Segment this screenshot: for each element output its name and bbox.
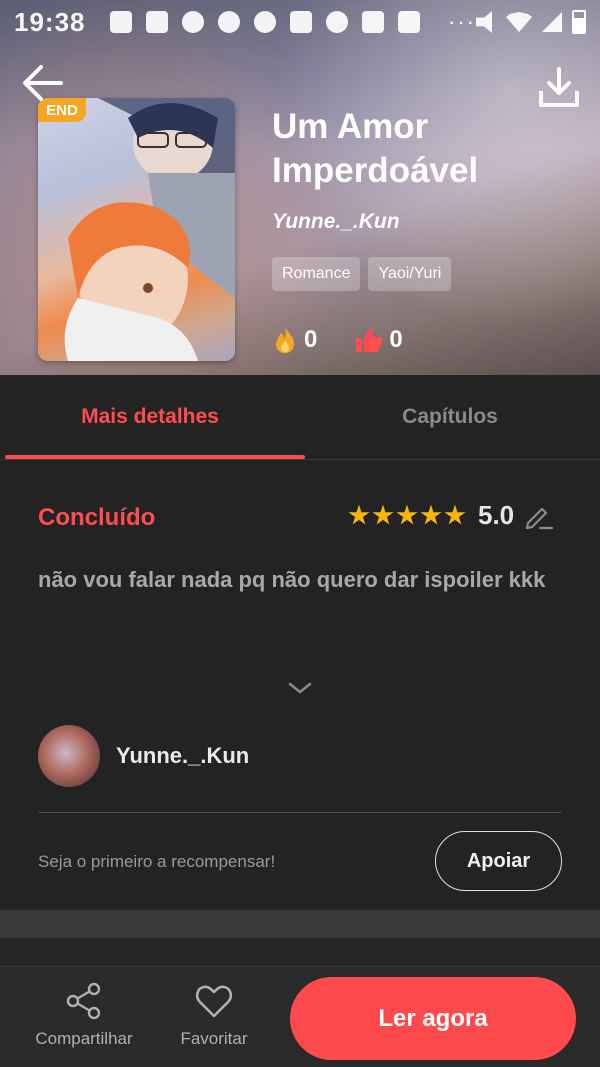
- reward-prompt: Seja o primeiro a recompensar!: [38, 852, 276, 871]
- rate-button[interactable]: [524, 501, 554, 531]
- star-icon: [444, 504, 466, 525]
- tag-yaoi-yuri[interactable]: Yaoi/Yuri: [368, 257, 452, 291]
- youtube-icon: [398, 11, 420, 33]
- voicemail-icon: [146, 11, 168, 33]
- download-button[interactable]: [534, 62, 584, 112]
- rating: 5.0: [348, 500, 554, 531]
- author-name: Yunne._.Kun: [116, 743, 250, 768]
- support-button[interactable]: Apoiar: [435, 831, 562, 891]
- battery-icon: [572, 10, 586, 34]
- thumbs-up-icon: [356, 328, 383, 352]
- share-label: Compartilhar: [35, 1029, 133, 1048]
- tab-bar: Mais detalhes Capítulos: [0, 375, 600, 460]
- section-divider: [0, 910, 600, 938]
- like-counter[interactable]: 0: [355, 326, 403, 354]
- fire-counter[interactable]: 0: [272, 326, 317, 354]
- favorite-label: Favoritar: [180, 1029, 248, 1048]
- avatar: [38, 725, 100, 787]
- tag-list: Romance Yaoi/Yuri: [272, 257, 452, 291]
- details-panel: Concluído 5.0 não vou falar nada pq não …: [0, 460, 600, 910]
- pencil-icon: [526, 507, 554, 529]
- rating-value: 5.0: [478, 500, 515, 530]
- tab-capitulos[interactable]: Capítulos: [300, 375, 600, 459]
- cover-image[interactable]: [38, 98, 235, 361]
- status-time: 19:38: [14, 6, 86, 37]
- back-button[interactable]: [18, 58, 68, 108]
- notification-icons: [110, 11, 420, 33]
- tab-mais-detalhes[interactable]: Mais detalhes: [0, 375, 305, 459]
- share-button[interactable]: Compartilhar: [28, 981, 140, 1049]
- heart-icon: [195, 985, 233, 1018]
- reaction-counters: 0 0: [272, 326, 441, 354]
- author-profile[interactable]: Yunne._.Kun: [38, 725, 249, 787]
- expand-description-button[interactable]: [285, 680, 315, 700]
- arrow-left-icon: [23, 65, 63, 101]
- status-bar: 19:38 ···: [0, 0, 600, 44]
- chrome-icon: [254, 11, 276, 33]
- book-author[interactable]: Yunne._.Kun: [272, 210, 400, 234]
- cover-art: [64, 98, 235, 361]
- app-screen: 19:38 ··· END Um Amor Imperdoável Yunne.…: [0, 0, 600, 1067]
- star-icon: [420, 504, 442, 525]
- star-rating: [348, 504, 466, 527]
- description: não vou falar nada pq não quero dar ispo…: [38, 567, 546, 592]
- share-icon: [66, 982, 101, 1020]
- system-icons: [476, 10, 586, 34]
- chevron-down-icon: [288, 682, 312, 694]
- bottom-action-bar: Compartilhar Favoritar Ler agora: [0, 966, 600, 1067]
- read-now-button[interactable]: Ler agora: [290, 977, 576, 1060]
- shield-icon: [362, 11, 384, 33]
- bell-icon: [182, 11, 204, 33]
- star-icon: [372, 504, 394, 525]
- section-divider: [0, 938, 600, 966]
- like-count: 0: [389, 326, 403, 353]
- more-notifications-icon: ···: [448, 9, 476, 34]
- fire-icon: [276, 327, 294, 353]
- tag-romance[interactable]: Romance: [272, 257, 361, 291]
- favorite-button[interactable]: Favoritar: [176, 981, 252, 1049]
- book-title: Um Amor Imperdoável: [272, 107, 479, 190]
- mute-icon: [476, 11, 492, 33]
- divider: [38, 812, 562, 813]
- clock-icon: [326, 11, 348, 33]
- message-icon: [110, 11, 132, 33]
- star-icon: [348, 504, 370, 525]
- bell-icon: [218, 11, 240, 33]
- fire-count: 0: [304, 326, 318, 353]
- completion-status: Concluído: [38, 504, 156, 531]
- download-icon: [539, 67, 579, 107]
- signal-icon: [542, 12, 562, 32]
- star-icon: [396, 504, 418, 525]
- app-icon: [290, 11, 312, 33]
- wifi-icon: [506, 12, 532, 32]
